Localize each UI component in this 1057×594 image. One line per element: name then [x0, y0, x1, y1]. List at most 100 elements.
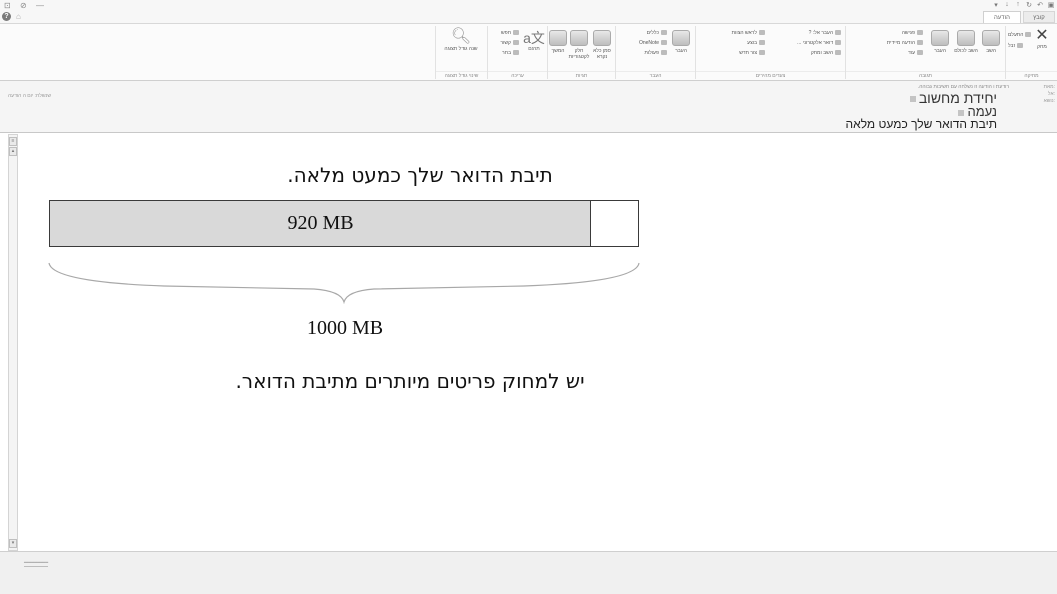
quick-step-icon: [835, 40, 841, 46]
followup-button[interactable]: המשך: [549, 30, 567, 54]
subject-field: תיבת הדואר שלך כמעט מלאה: [845, 117, 997, 131]
flag-icon: [549, 30, 567, 46]
junk-icon: [1017, 43, 1024, 49]
group-label: שינוי גודל תצוגה: [436, 71, 487, 79]
ribbon: ✕ מחק התעלם זבל מחיקה השב השב לכולם העבר…: [0, 23, 1057, 81]
quota-bar: 920 MB: [49, 200, 639, 247]
onenote-button[interactable]: OneNote: [639, 40, 667, 46]
group-delete: ✕ מחק התעלם זבל מחיקה: [1005, 26, 1057, 79]
actions-icon: [661, 50, 667, 56]
quick-step-icon: [759, 40, 765, 46]
rules-button[interactable]: כללים: [647, 30, 667, 36]
presence-icon: [958, 109, 965, 116]
im-button[interactable]: הודעה מיידית: [887, 40, 923, 46]
group-label: תגובה: [846, 71, 1005, 79]
quick-step-icon: [759, 30, 765, 36]
find-button[interactable]: חפש: [501, 30, 519, 36]
reply-all-icon: [957, 30, 975, 46]
im-icon: [917, 40, 923, 46]
actions-button[interactable]: פעולות: [644, 50, 667, 56]
envelope-icon: [593, 30, 611, 46]
group-zoom: 🔍︎ שנה גודל תצוגה שינוי גודל תצוגה: [435, 26, 487, 79]
restore-icon[interactable]: ⊘: [20, 1, 27, 10]
move-icon: [672, 30, 690, 46]
more-button[interactable]: עוד: [908, 50, 923, 56]
group-label: תגיות: [548, 71, 615, 79]
group-label: העבר: [616, 71, 695, 79]
minimize-ribbon-icon[interactable]: ⌂: [16, 12, 21, 21]
presence-icon: [909, 96, 916, 103]
customize-icon[interactable]: ▾: [992, 1, 1000, 10]
onenote-icon: [661, 40, 667, 46]
mark-unread-button[interactable]: סמן כלא נקרא: [591, 30, 613, 60]
group-quick-steps: העבר אל: ? דואר אלקטרוני ... השב ומחק לר…: [695, 26, 845, 79]
tab-file[interactable]: קובץ: [1023, 11, 1055, 23]
quick-step-icon: [835, 50, 841, 56]
up-icon[interactable]: ↑: [1014, 1, 1022, 10]
group-label: עריכה: [488, 71, 547, 79]
ignore-button[interactable]: התעלם: [1008, 32, 1032, 38]
quick-step-item[interactable]: לראש הצוות: [732, 30, 765, 36]
magnifier-icon: 🔍︎: [450, 28, 472, 45]
categorize-button[interactable]: חלק לקטגוריות: [568, 30, 590, 60]
delete-icon: ✕: [1035, 27, 1049, 44]
related-icon: [513, 40, 519, 46]
sent-meta: שנשלח: יום ה הודעה: [8, 93, 52, 99]
save-icon[interactable]: ▣: [1047, 1, 1055, 10]
scroll-up-icon[interactable]: ▴: [9, 147, 17, 156]
select-button[interactable]: בחר: [502, 50, 519, 56]
quick-step-item[interactable]: צור חדש: [739, 50, 765, 56]
scroll-down-icon[interactable]: ▾: [9, 539, 17, 548]
forward-icon: [931, 30, 949, 46]
categorize-icon: [570, 30, 588, 46]
message-header: רודעת ו הודעה זו נשלחה עם חשיבות גבוהה. …: [0, 81, 1057, 133]
help-icon[interactable]: ?: [2, 12, 11, 21]
meeting-button[interactable]: פגישה: [902, 30, 923, 36]
scroll-top-icon[interactable]: ≡: [9, 137, 17, 146]
quota-total-label: 1000 MB: [306, 317, 384, 339]
action-instruction: יש למחוק פריטים מיותרים מתיבת הדואר.: [235, 369, 585, 393]
select-icon: [513, 50, 519, 56]
from-field[interactable]: יחידת מחשוב: [909, 91, 997, 105]
move-button[interactable]: העבר: [671, 30, 691, 54]
quota-used-label: 920 MB: [287, 212, 354, 234]
reply-button[interactable]: השב: [981, 30, 1001, 54]
zoom-button[interactable]: 🔍︎ שנה גודל תצוגה: [441, 28, 481, 52]
rules-icon: [661, 30, 667, 36]
tab-home[interactable]: הודעה: [983, 11, 1021, 23]
delete-button[interactable]: ✕ מחק: [1031, 27, 1053, 51]
brace-shape: [48, 262, 640, 304]
field-labels: מאת: אל: נושא:: [1043, 84, 1055, 104]
quick-access-toolbar: ▾ ↓ ↑ ↻ ↶ ▣: [992, 1, 1055, 10]
vertical-scrollbar[interactable]: ≡ ▴ ▾: [8, 134, 18, 551]
quick-step-item[interactable]: השב ומחק: [811, 50, 841, 56]
quick-step-item[interactable]: בוצע: [747, 40, 765, 46]
group-tags: סמן כלא נקרא חלק לקטגוריות המשך תגיות: [547, 26, 615, 79]
quick-step-item[interactable]: העבר אל: ?: [809, 30, 841, 36]
reply-all-button[interactable]: השב לכולם: [954, 30, 978, 54]
forward-button[interactable]: העבר: [929, 30, 951, 54]
body-title: תיבת הדואר שלך כמעט מלאה.: [287, 163, 553, 187]
down-icon[interactable]: ↓: [1003, 1, 1011, 10]
junk-button[interactable]: זבל: [1008, 43, 1024, 49]
help-bar: ? ⌂: [0, 11, 1057, 23]
more-icon: [917, 50, 923, 56]
group-move: העבר כללים OneNote פעולות העבר: [615, 26, 695, 79]
reply-icon: [982, 30, 1000, 46]
title-bar: ⊡ ⊘ — ▾ ↓ ↑ ↻ ↶ ▣: [0, 0, 1057, 11]
translate-icon: a文: [523, 30, 545, 46]
status-bar: ━━━━━━━━: [0, 551, 1057, 594]
related-button[interactable]: קשור: [500, 40, 519, 46]
window-icon[interactable]: ⊡: [4, 1, 11, 10]
group-respond: השב השב לכולם העבר פגישה הודעה מיידית עו…: [845, 26, 1005, 79]
quick-step-item[interactable]: דואר אלקטרוני ...: [797, 40, 841, 46]
quick-step-icon: [759, 50, 765, 56]
group-editing: a文 תרגם חפש קשור בחר עריכה: [487, 26, 547, 79]
meeting-icon: [917, 30, 923, 36]
status-text: ━━━━━━━━: [24, 560, 49, 567]
undo-icon[interactable]: ↶: [1036, 1, 1044, 10]
redo-icon[interactable]: ↻: [1025, 1, 1033, 10]
minimize-icon[interactable]: —: [36, 1, 44, 10]
translate-button[interactable]: a文 תרגם: [523, 30, 545, 52]
message-body: [19, 134, 1057, 551]
